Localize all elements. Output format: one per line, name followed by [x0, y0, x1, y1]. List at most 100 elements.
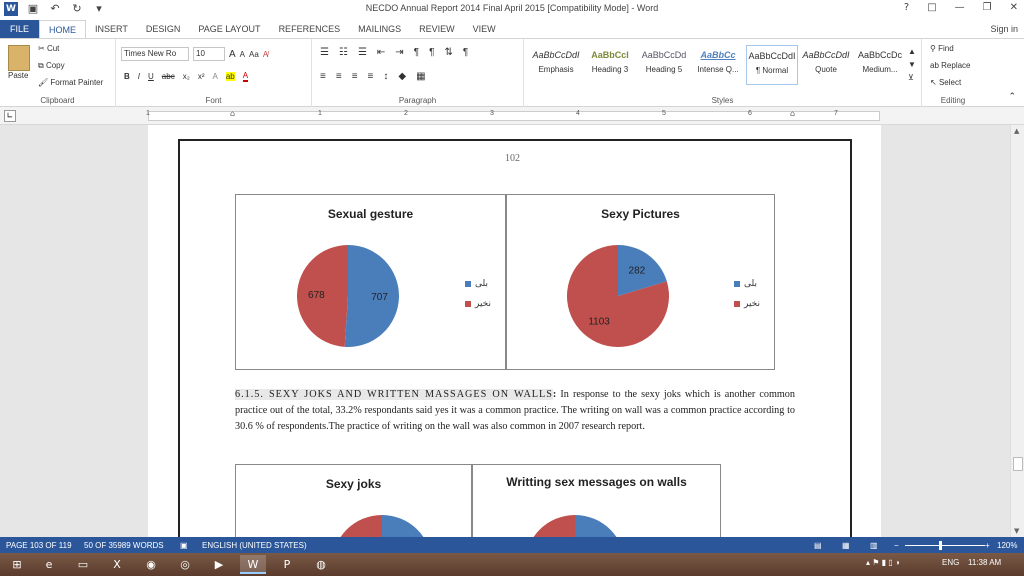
- horizontal-ruler[interactable]: ∟ 1 1 2 3 4 5 6 7 ⌂ ⌂: [0, 107, 1024, 125]
- word-count[interactable]: 50 OF 35989 WORDS: [84, 541, 164, 550]
- styles-scroll[interactable]: ▲ ▼ ⊻: [908, 45, 916, 84]
- text-effects-icon[interactable]: A: [212, 72, 217, 81]
- font-color-icon[interactable]: A: [242, 71, 249, 82]
- numbering-icon[interactable]: ☷: [339, 47, 348, 58]
- close-icon[interactable]: ✕: [1010, 2, 1018, 13]
- ltr-icon[interactable]: ¶: [414, 47, 419, 58]
- ribbon-display-icon[interactable]: □: [927, 2, 936, 13]
- chart-sexy-pictures[interactable]: Sexy Pictures 282 1103 بلی نخیر: [506, 194, 775, 370]
- language-indicator[interactable]: ENGLISH (UNITED STATES): [202, 541, 307, 550]
- chart-sexual-gesture[interactable]: Sexual gesture 707 678 بلی نخیر: [235, 194, 506, 370]
- zoom-slider[interactable]: [905, 545, 985, 546]
- justify-icon[interactable]: ≡: [368, 71, 374, 82]
- powerpoint-icon[interactable]: P: [274, 555, 300, 574]
- copy-button[interactable]: ⧉ Copy: [38, 61, 65, 71]
- replace-button[interactable]: ab Replace: [930, 61, 971, 70]
- chart-sexy-joks[interactable]: Sexy joks: [235, 464, 472, 537]
- show-marks-icon[interactable]: ¶: [463, 47, 468, 58]
- format-painter-button[interactable]: 🖌 Format Painter: [38, 78, 103, 87]
- align-center-icon[interactable]: ≡: [336, 71, 342, 82]
- web-layout-icon[interactable]: ▥: [870, 541, 878, 550]
- style-emphasis[interactable]: AaBbCcDdI Emphasis: [530, 45, 582, 85]
- tab-review[interactable]: REVIEW: [410, 20, 464, 38]
- tab-references[interactable]: REFERENCES: [270, 20, 350, 38]
- minimize-icon[interactable]: —: [955, 2, 965, 13]
- chrome-icon[interactable]: ◎: [172, 555, 198, 574]
- tab-insert[interactable]: INSERT: [86, 20, 137, 38]
- file-explorer-icon[interactable]: ▭: [70, 555, 96, 574]
- shading-icon[interactable]: ◆: [398, 71, 406, 82]
- italic-button[interactable]: I: [138, 72, 140, 81]
- tab-design[interactable]: DESIGN: [137, 20, 190, 38]
- clear-format-icon[interactable]: A̸: [263, 50, 268, 59]
- shrink-font-button[interactable]: A: [240, 50, 245, 59]
- scroll-thumb[interactable]: [1013, 457, 1023, 471]
- start-button-icon[interactable]: ⊞: [4, 555, 30, 574]
- tray-icons[interactable]: ▴ ⚑ ▮ ▯ ◑: [866, 558, 900, 567]
- tab-file[interactable]: FILE: [0, 20, 40, 38]
- zoom-in-icon[interactable]: +: [985, 541, 990, 550]
- body-paragraph[interactable]: 6.1.5. SEXY JOKS AND WRITTEN MASSAGES ON…: [235, 387, 795, 435]
- scroll-down-icon[interactable]: ▼: [1014, 527, 1019, 535]
- tab-page-layout[interactable]: PAGE LAYOUT: [189, 20, 269, 38]
- ruler-bar[interactable]: [148, 111, 880, 121]
- tab-home[interactable]: HOME: [39, 20, 87, 38]
- style-quote[interactable]: AaBbCcDdI Quote: [800, 45, 852, 85]
- decrease-indent-icon[interactable]: ⇤: [377, 47, 385, 58]
- grow-font-button[interactable]: A: [229, 49, 236, 60]
- highlight-icon[interactable]: ab: [225, 72, 235, 81]
- indent-marker-icon[interactable]: ⌂: [230, 109, 235, 118]
- cut-button[interactable]: ✂ Cut: [38, 44, 59, 53]
- find-button[interactable]: ⚲ Find: [930, 44, 954, 53]
- word-taskbar-icon[interactable]: W: [240, 555, 266, 574]
- paste-button[interactable]: Paste: [8, 71, 28, 80]
- scroll-up-icon[interactable]: ▲: [1014, 127, 1019, 135]
- sort-icon[interactable]: ⇅: [444, 47, 452, 58]
- tab-selector-icon[interactable]: ∟: [4, 110, 16, 122]
- style-intense-quote[interactable]: AaBbCc Intense Q...: [692, 45, 744, 85]
- style-medium[interactable]: AaBbCcDc Medium...: [854, 45, 906, 85]
- style-heading-5[interactable]: AaBbCcDd Heading 5: [638, 45, 690, 85]
- bullets-icon[interactable]: ☰: [320, 47, 329, 58]
- ie-icon[interactable]: e: [36, 555, 62, 574]
- tab-mailings[interactable]: MAILINGS: [349, 20, 410, 38]
- right-indent-marker-icon[interactable]: ⌂: [790, 109, 795, 118]
- paste-icon[interactable]: [8, 45, 30, 71]
- page-count[interactable]: PAGE 103 OF 119: [6, 541, 72, 550]
- app-icon[interactable]: ◍: [308, 555, 334, 574]
- sign-in-link[interactable]: Sign in: [990, 24, 1018, 34]
- multilevel-list-icon[interactable]: ☰: [358, 47, 367, 58]
- font-size-select[interactable]: 10: [193, 47, 225, 61]
- select-button[interactable]: ↖ Select: [930, 78, 961, 87]
- restore-icon[interactable]: ❐: [983, 2, 992, 13]
- input-language[interactable]: ENG: [942, 558, 959, 567]
- rtl-icon[interactable]: ¶: [429, 47, 434, 58]
- align-left-icon[interactable]: ≡: [320, 71, 326, 82]
- subscript-button[interactable]: x₂: [183, 72, 190, 81]
- help-icon[interactable]: ?: [904, 2, 909, 13]
- style-normal[interactable]: AaBbCcDdI ¶ Normal: [746, 45, 798, 85]
- zoom-out-icon[interactable]: −: [894, 541, 899, 550]
- strikethrough-button[interactable]: abc: [162, 72, 175, 81]
- proofing-icon[interactable]: ▣: [180, 541, 188, 550]
- media-player-icon[interactable]: ▶: [206, 555, 232, 574]
- tab-view[interactable]: VIEW: [464, 20, 505, 38]
- excel-icon[interactable]: X: [104, 555, 130, 574]
- zoom-level[interactable]: 120%: [997, 541, 1017, 550]
- clock[interactable]: 11:38 AM: [968, 558, 1001, 567]
- bold-button[interactable]: B: [124, 72, 130, 81]
- collapse-ribbon-icon[interactable]: ⌃: [1008, 91, 1016, 102]
- font-name-select[interactable]: Times New Ro: [121, 47, 189, 61]
- align-right-icon[interactable]: ≡: [352, 71, 358, 82]
- print-layout-icon[interactable]: ▦: [842, 541, 850, 550]
- chart-writing-on-walls[interactable]: Writting sex messages on walls: [472, 464, 721, 537]
- increase-indent-icon[interactable]: ⇥: [395, 47, 403, 58]
- superscript-button[interactable]: x²: [198, 72, 205, 81]
- read-mode-icon[interactable]: ▤: [814, 541, 822, 550]
- vertical-scrollbar[interactable]: ▲ ▼: [1010, 125, 1024, 537]
- line-spacing-icon[interactable]: ↕: [383, 71, 388, 82]
- style-heading-3[interactable]: AaBbCcI Heading 3: [584, 45, 636, 85]
- borders-icon[interactable]: ▦: [416, 71, 425, 82]
- change-case-button[interactable]: Aa: [249, 50, 259, 59]
- underline-button[interactable]: U: [148, 72, 154, 81]
